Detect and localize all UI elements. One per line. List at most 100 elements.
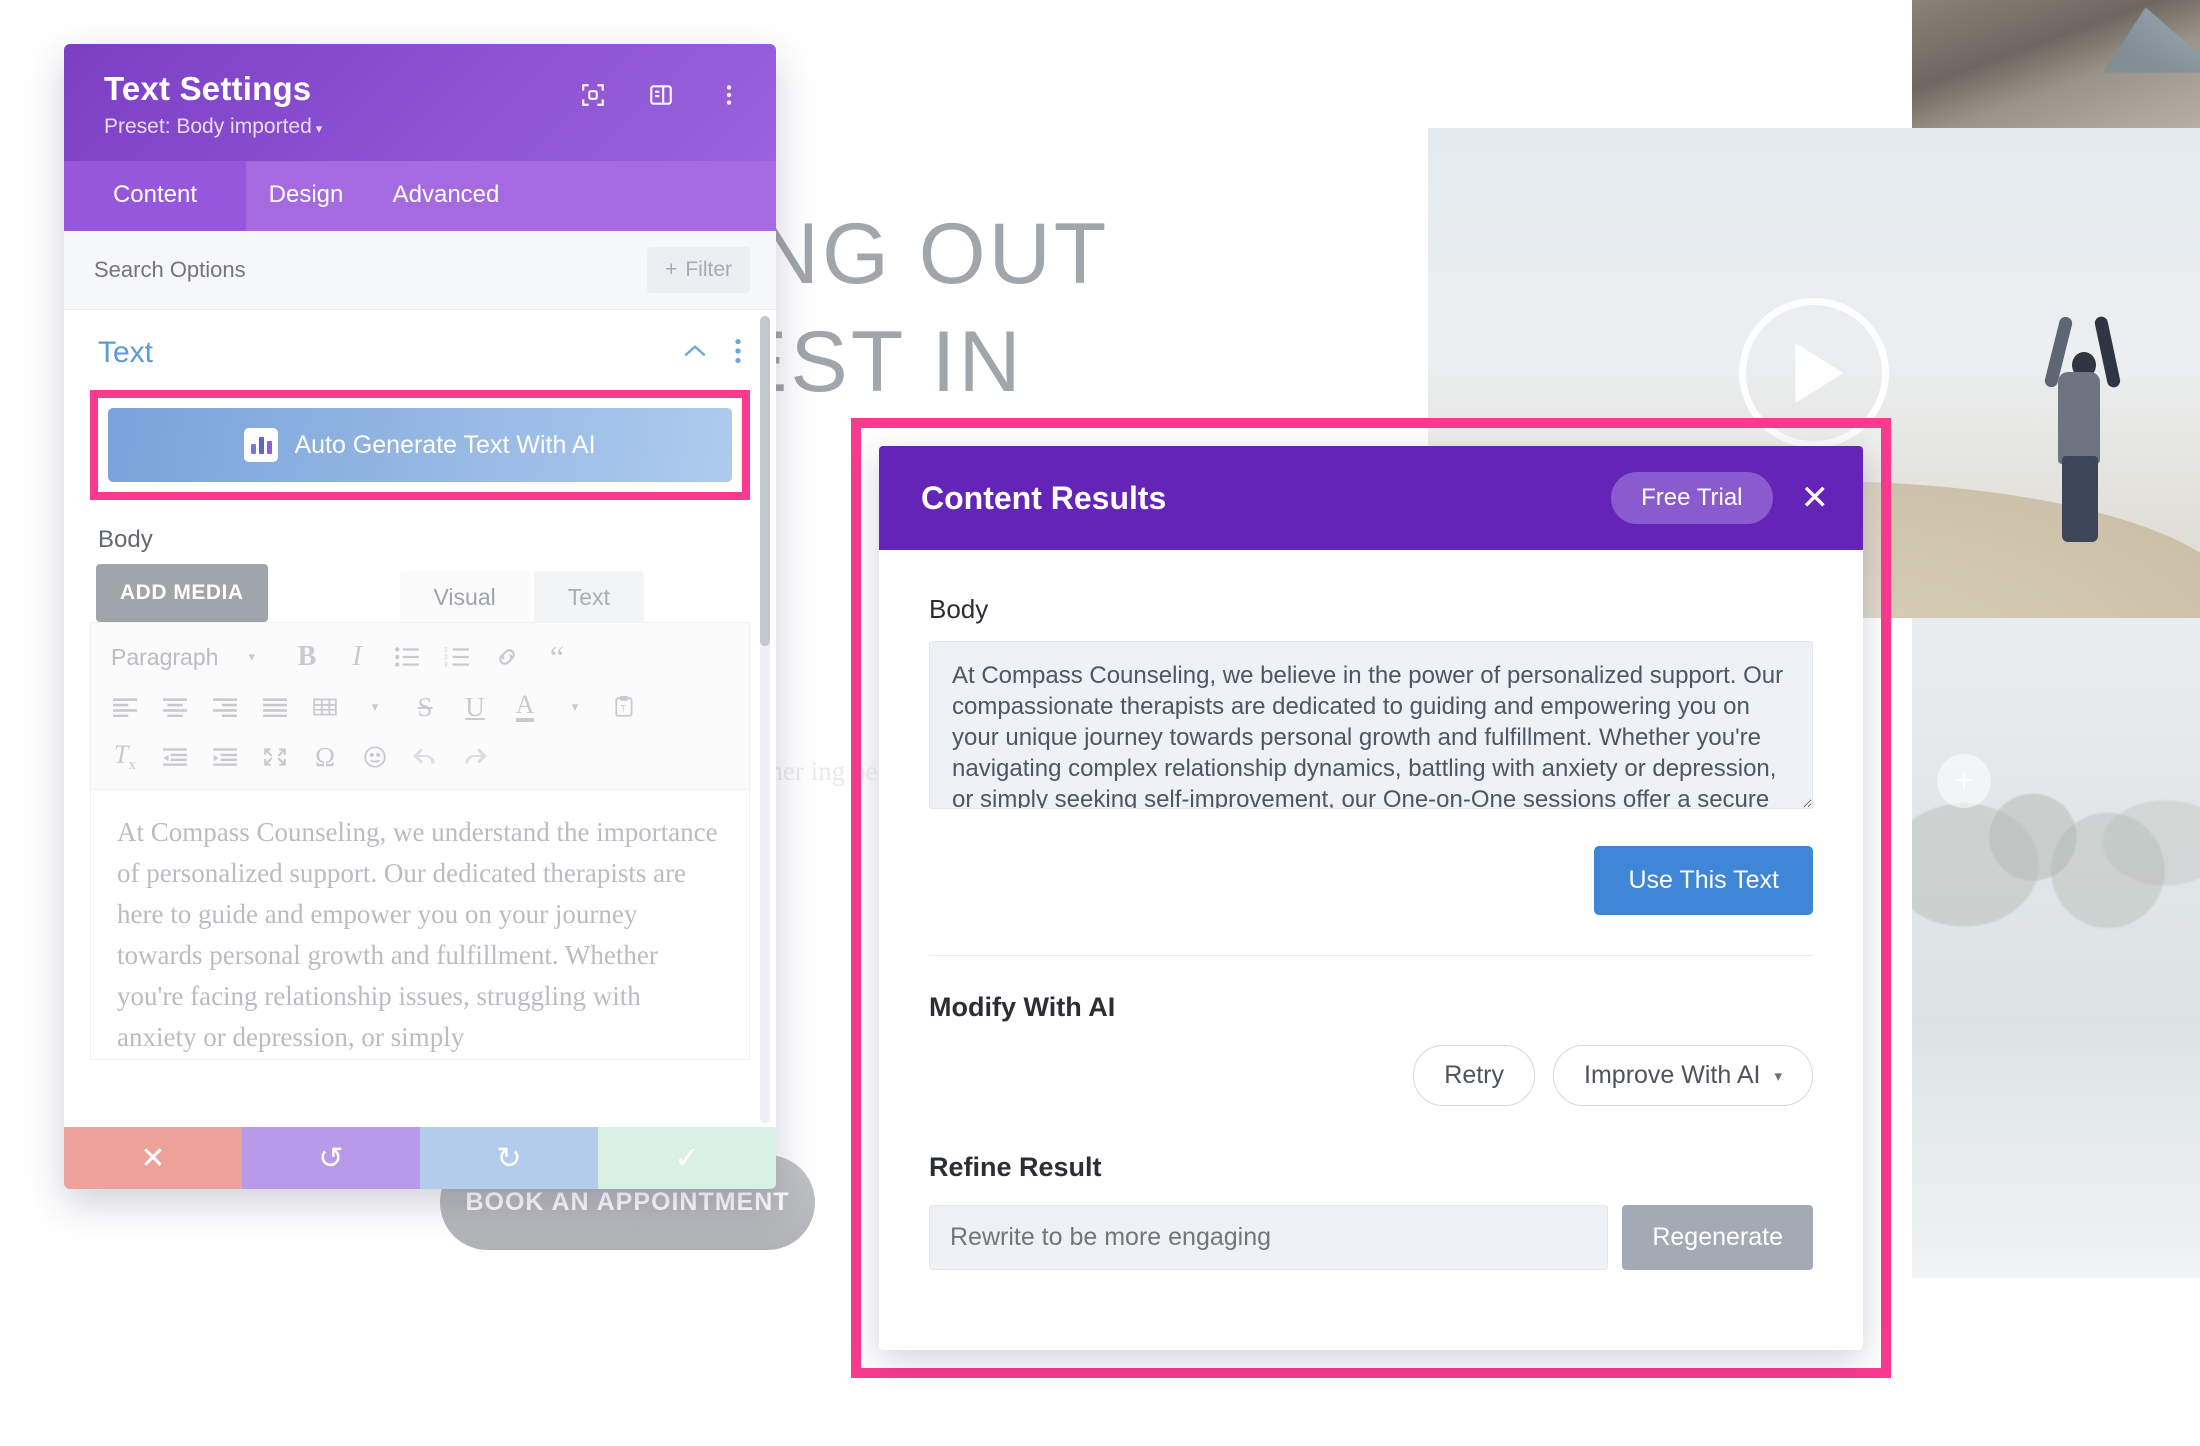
align-justify-icon[interactable]: [253, 687, 297, 727]
close-icon[interactable]: ✕: [1795, 481, 1836, 515]
tab-advanced[interactable]: Advanced: [366, 161, 526, 231]
link-icon[interactable]: [485, 637, 529, 677]
settings-scrollbar-thumb[interactable]: [760, 316, 770, 646]
search-bar: + Filter: [64, 231, 776, 310]
refine-input[interactable]: [929, 1205, 1609, 1270]
redo-button[interactable]: ↻: [420, 1127, 598, 1189]
settings-footer-actions: ✕ ↺ ↻ ✓: [64, 1127, 776, 1189]
chevron-down-icon: ▾: [1774, 1067, 1782, 1085]
improve-with-ai-label: Improve With AI: [1584, 1061, 1761, 1089]
search-input[interactable]: [94, 257, 494, 283]
add-module-icon[interactable]: +: [1937, 754, 1991, 808]
modify-with-ai-actions: Retry Improve With AI ▾: [929, 1045, 1813, 1106]
preset-label: Preset: Body imported: [104, 115, 312, 138]
person-legs: [2062, 456, 2098, 542]
wp-editor: ADD MEDIA Visual Text Paragraph ▾ B I 1 …: [90, 564, 750, 1060]
text-color-caret-icon[interactable]: ▾: [553, 687, 597, 727]
align-right-icon[interactable]: [203, 687, 247, 727]
svg-text:3: 3: [444, 662, 448, 668]
modify-with-ai-title: Modify With AI: [929, 992, 1116, 1022]
align-left-icon[interactable]: [103, 687, 147, 727]
content-results-header: Content Results Free Trial ✕: [879, 446, 1863, 550]
indent-icon[interactable]: [203, 737, 247, 777]
retry-label: Retry: [1444, 1061, 1505, 1089]
wp-editor-topbar: ADD MEDIA Visual Text: [90, 564, 750, 622]
table-icon[interactable]: [303, 687, 347, 727]
modal-header-actions: Free Trial ✕: [1611, 472, 1835, 524]
italic-icon[interactable]: I: [335, 637, 379, 677]
settings-tabs: Content Design Advanced: [64, 161, 776, 231]
save-button[interactable]: ✓: [598, 1127, 776, 1189]
mountain-photo: [1912, 0, 2200, 132]
section-actions: [682, 338, 742, 369]
underline-icon[interactable]: U: [453, 687, 497, 727]
text-settings-panel: Text Settings Preset: Body imported ▾ Co…: [64, 44, 776, 1189]
editor-content[interactable]: At Compass Counseling, we understand the…: [90, 790, 750, 1060]
undo-icon[interactable]: [403, 737, 447, 777]
improve-with-ai-button[interactable]: Improve With AI ▾: [1553, 1045, 1813, 1106]
ai-logo-icon: [244, 428, 279, 462]
auto-generate-text-with-ai-button[interactable]: Auto Generate Text With AI: [108, 408, 732, 482]
regenerate-button[interactable]: Regenerate: [1622, 1205, 1813, 1270]
content-results-highlight: Content Results Free Trial ✕ Body Use Th…: [851, 418, 1891, 1378]
bold-icon[interactable]: B: [285, 637, 329, 677]
cancel-button[interactable]: ✕: [64, 1127, 242, 1189]
hero-heading-line1: ING OUT: [730, 206, 1110, 302]
lake-photo-trees: [1912, 670, 2200, 948]
svg-text:2: 2: [444, 654, 448, 661]
strikethrough-icon[interactable]: S: [403, 687, 447, 727]
bulleted-list-icon[interactable]: [385, 637, 429, 677]
blockquote-icon[interactable]: “: [535, 637, 579, 677]
emoji-icon[interactable]: [353, 737, 397, 777]
hero-heading-line2: EST IN: [730, 314, 1024, 411]
numbered-list-icon[interactable]: 1 2 3: [435, 637, 479, 677]
section-more-vertical-icon[interactable]: [734, 338, 742, 369]
layout-panel-icon[interactable]: [648, 82, 674, 108]
chevron-up-icon[interactable]: [682, 342, 708, 365]
auto-generate-label: Auto Generate Text With AI: [294, 430, 596, 459]
refine-result-title: Refine Result: [929, 1152, 1102, 1182]
preset-selector[interactable]: Preset: Body imported ▾: [104, 115, 746, 139]
generated-body-textarea[interactable]: [929, 641, 1813, 809]
special-character-icon[interactable]: Ω: [303, 737, 347, 777]
lake-photo: +: [1912, 618, 2200, 1278]
settings-body: Text Auto Generate Text With AI Body ADD…: [64, 310, 776, 1127]
use-this-text-button[interactable]: Use This Text: [1594, 846, 1813, 915]
screen-root: ING OUT EST IN e unders ere to ether ing…: [0, 0, 2200, 1446]
text-section-header: Text: [64, 310, 776, 384]
content-results-modal: Content Results Free Trial ✕ Body Use Th…: [879, 446, 1863, 1350]
clear-formatting-icon[interactable]: Tx: [103, 737, 147, 777]
tab-visual[interactable]: Visual: [399, 571, 530, 622]
refine-result-row: Regenerate: [929, 1205, 1813, 1270]
person-torso: [2058, 372, 2100, 464]
undo-button[interactable]: ↺: [242, 1127, 420, 1189]
text-color-icon[interactable]: A: [503, 687, 547, 727]
align-center-icon[interactable]: [153, 687, 197, 727]
redo-icon[interactable]: [453, 737, 497, 777]
wp-editor-tabs: Visual Text: [399, 571, 644, 622]
retry-button[interactable]: Retry: [1413, 1045, 1536, 1106]
hero-heading: ING OUT EST IN: [730, 200, 1109, 417]
outdent-icon[interactable]: [153, 737, 197, 777]
tab-design[interactable]: Design: [246, 161, 366, 231]
chevron-down-icon: ▾: [315, 121, 323, 136]
wp-editor-toolbar: Paragraph ▾ B I 1 2 3 “ ▾ S U A ▾ T Tx Ω: [90, 622, 750, 790]
svg-text:1: 1: [444, 647, 448, 654]
ai-button-highlight: Auto Generate Text With AI: [90, 390, 750, 500]
focus-target-icon[interactable]: [580, 82, 606, 108]
filter-button[interactable]: + Filter: [647, 247, 750, 293]
format-select[interactable]: Paragraph ▾: [103, 637, 263, 677]
tab-content[interactable]: Content: [64, 161, 246, 231]
modal-title: Content Results: [921, 479, 1167, 516]
table-caret-icon[interactable]: ▾: [353, 687, 397, 727]
free-trial-badge[interactable]: Free Trial: [1611, 472, 1773, 524]
tab-text[interactable]: Text: [533, 571, 644, 622]
hero-photo-person: [2043, 310, 2122, 542]
fullscreen-icon[interactable]: [253, 737, 297, 777]
header-icon-group: [580, 82, 742, 108]
add-media-button[interactable]: ADD MEDIA: [96, 564, 268, 622]
more-vertical-icon[interactable]: [716, 82, 742, 108]
paste-as-text-icon[interactable]: T: [603, 687, 647, 727]
toolbar-row-2: ▾ S U A ▾ T: [103, 687, 737, 727]
filter-button-label: Filter: [685, 258, 732, 281]
